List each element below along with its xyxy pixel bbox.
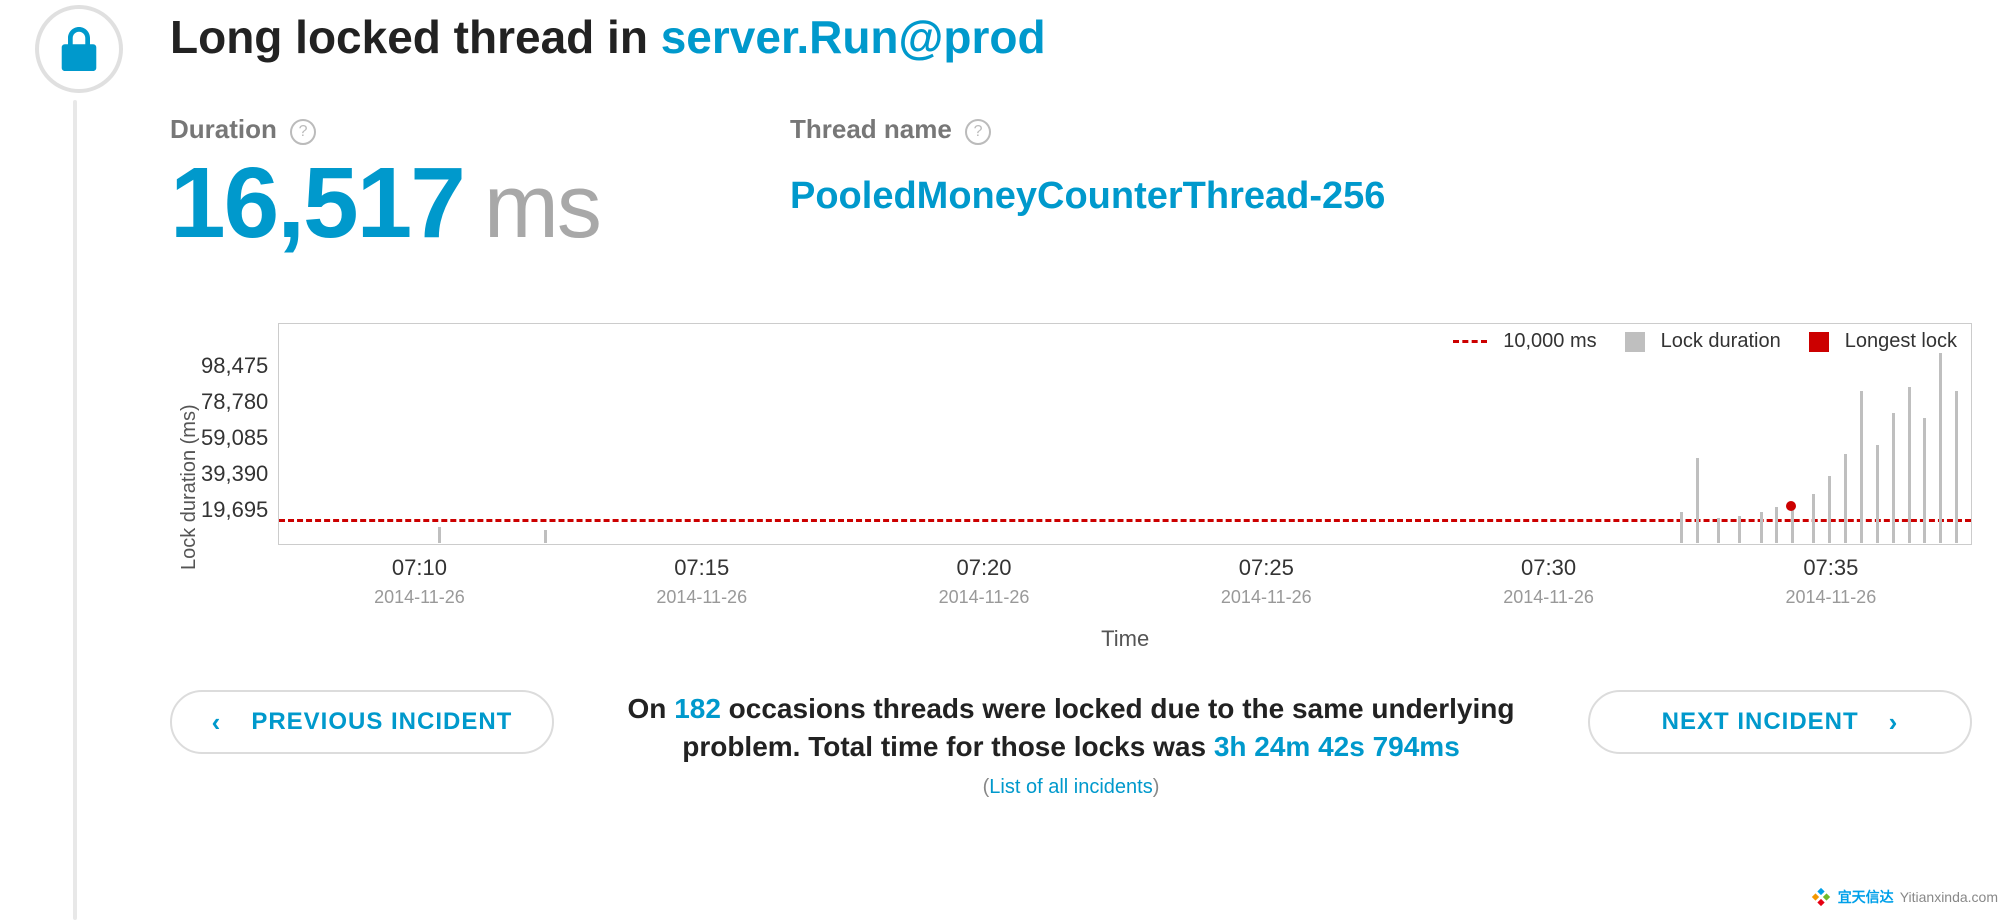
duration-value: 16,517 bbox=[170, 147, 464, 259]
title-accent[interactable]: server.Run@prod bbox=[661, 11, 1046, 63]
chart-bar[interactable] bbox=[1908, 387, 1911, 543]
chart-bar[interactable] bbox=[1738, 516, 1741, 543]
duration-unit: ms bbox=[484, 157, 600, 257]
summary-occasions: 182 bbox=[674, 693, 721, 724]
ytick-label: 98,475 bbox=[201, 353, 268, 379]
ytick-label: 39,390 bbox=[201, 461, 268, 487]
lock-duration-chart: Lock duration (ms) 98,475 78,780 59,085 39,… bbox=[170, 323, 1972, 652]
duration-block: Duration ? 16,517ms bbox=[170, 114, 790, 253]
chart-bar[interactable] bbox=[1844, 454, 1847, 543]
ytick-label: 59,085 bbox=[201, 425, 268, 451]
chart-bar[interactable] bbox=[1939, 353, 1942, 543]
chart-bar[interactable] bbox=[1760, 512, 1763, 543]
chart-bar[interactable] bbox=[1860, 391, 1863, 543]
list-all-incidents-link[interactable]: List of all incidents bbox=[989, 776, 1152, 798]
chart-xticks: 07:102014-11-2607:152014-11-2607:202014-… bbox=[278, 555, 1972, 608]
incident-type-badge bbox=[35, 5, 123, 93]
timeline-rail bbox=[73, 100, 77, 920]
xtick: 07:352014-11-26 bbox=[1690, 555, 1972, 608]
chart-bar[interactable] bbox=[1828, 476, 1831, 543]
xtick: 07:152014-11-26 bbox=[561, 555, 843, 608]
duration-label: Duration bbox=[170, 114, 277, 144]
thread-label: Thread name bbox=[790, 114, 952, 144]
chevron-right-icon: › bbox=[1889, 707, 1899, 738]
chart-ylabel: Lock duration (ms) bbox=[170, 323, 201, 652]
help-icon[interactable]: ? bbox=[965, 119, 991, 145]
chart-bar[interactable] bbox=[1680, 512, 1683, 543]
summary-text: On bbox=[628, 693, 675, 724]
xtick: 07:102014-11-26 bbox=[278, 555, 560, 608]
chart-bar[interactable] bbox=[1717, 518, 1720, 543]
watermark-brand: 宜天信达 bbox=[1838, 887, 1894, 907]
chart-plot-area[interactable]: 10,000 ms Lock duration Longest lock bbox=[278, 323, 1972, 545]
next-incident-button[interactable]: NEXT INCIDENT › bbox=[1588, 690, 1972, 754]
chart-xlabel: Time bbox=[278, 626, 1972, 652]
xtick: 07:302014-11-26 bbox=[1407, 555, 1689, 608]
xtick: 07:202014-11-26 bbox=[843, 555, 1125, 608]
summary-total-time: 3h 24m 42s 794ms bbox=[1214, 731, 1460, 762]
page-title: Long locked thread in server.Run@prod bbox=[170, 10, 1972, 64]
title-prefix: Long locked thread in bbox=[170, 11, 661, 63]
thread-name[interactable]: PooledMoneyCounterThread-256 bbox=[790, 175, 1410, 218]
chart-bar[interactable] bbox=[1892, 413, 1895, 543]
longest-lock-marker[interactable] bbox=[1786, 501, 1796, 511]
ytick-label: 78,780 bbox=[201, 389, 268, 415]
summary-list-suffix: ) bbox=[1153, 776, 1160, 798]
chevron-left-icon: ‹ bbox=[212, 707, 222, 738]
watermark: 宜天信达 Yitianxinda.com bbox=[1810, 886, 1998, 908]
xtick: 07:252014-11-26 bbox=[1125, 555, 1407, 608]
previous-incident-label: PREVIOUS INCIDENT bbox=[251, 708, 512, 736]
chart-bar[interactable] bbox=[1955, 391, 1958, 543]
incident-summary: On 182 occasions threads were locked due… bbox=[594, 690, 1548, 801]
chart-yticks: 98,475 78,780 59,085 39,390 19,695 bbox=[201, 323, 278, 652]
chart-bar[interactable] bbox=[1791, 506, 1794, 543]
watermark-logo-icon bbox=[1810, 886, 1832, 908]
help-icon[interactable]: ? bbox=[290, 119, 316, 145]
watermark-domain: Yitianxinda.com bbox=[1900, 889, 1998, 905]
previous-incident-button[interactable]: ‹ PREVIOUS INCIDENT bbox=[170, 690, 554, 754]
chart-bar[interactable] bbox=[544, 530, 547, 543]
next-incident-label: NEXT INCIDENT bbox=[1662, 708, 1859, 736]
chart-bar[interactable] bbox=[1696, 458, 1699, 543]
chart-bar[interactable] bbox=[1775, 507, 1778, 543]
chart-bar[interactable] bbox=[438, 527, 441, 543]
chart-bar[interactable] bbox=[1876, 445, 1879, 543]
lock-icon bbox=[60, 27, 98, 71]
ytick-label: 19,695 bbox=[201, 497, 268, 523]
chart-bar[interactable] bbox=[1812, 494, 1815, 543]
thread-block: Thread name ? PooledMoneyCounterThread-2… bbox=[790, 114, 1410, 253]
chart-bar[interactable] bbox=[1923, 418, 1926, 543]
